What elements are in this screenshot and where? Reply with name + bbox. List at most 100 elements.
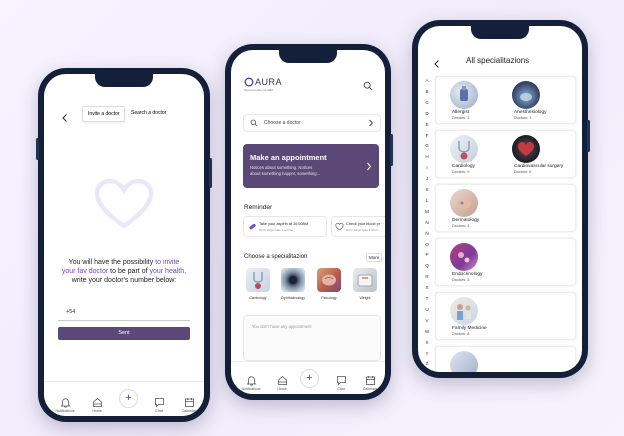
stethoscope-icon — [253, 272, 263, 289]
alphabet-letter[interactable]: O — [423, 242, 431, 247]
avatar-specialization[interactable] — [450, 351, 478, 372]
screen: Invite a doctor Search a doctor You will… — [44, 74, 204, 416]
alphabet-letter[interactable]: J — [423, 176, 431, 181]
alphabet-letter[interactable]: R — [423, 274, 431, 279]
nav-notifications[interactable]: Notifications — [50, 397, 80, 413]
specialization-row: Dermatology Doctors: 3 — [435, 184, 576, 232]
alphabet-letter[interactable]: S — [423, 285, 431, 290]
reminder-card[interactable]: Take your aspirin at 10:00AM Don't forge… — [243, 216, 327, 237]
chat-icon — [336, 376, 346, 386]
nav-chat[interactable]: Chat — [326, 375, 356, 391]
scale-icon — [357, 274, 373, 287]
alphabet-letter[interactable]: Ñ — [423, 231, 431, 236]
specialization-row: Family Medicine Doctors: 8 — [435, 292, 576, 340]
search-button[interactable] — [363, 78, 373, 96]
alphabet-letter[interactable]: T — [423, 296, 431, 301]
alphabet-letter[interactable]: P — [423, 252, 431, 257]
choose-doctor-field[interactable]: Choose a doctor — [243, 114, 381, 132]
more-button[interactable]: More — [366, 253, 383, 262]
alphabet-letter[interactable]: K — [423, 187, 431, 192]
back-button[interactable] — [60, 110, 70, 122]
spec-ophthalmology[interactable] — [281, 268, 305, 292]
spec-weight[interactable] — [353, 268, 377, 292]
notch — [279, 50, 337, 63]
avatar-allergist[interactable] — [450, 81, 478, 109]
alphabet-letter[interactable]: L — [423, 198, 431, 203]
home-icon — [92, 397, 102, 407]
search-icon — [363, 81, 373, 91]
add-button[interactable]: + — [300, 369, 319, 388]
nav-chat[interactable]: Chat — [144, 397, 174, 413]
alphabet-letter[interactable]: Q — [423, 263, 431, 268]
cells-icon — [458, 252, 470, 263]
specialization-row: Allergist Doctors: 3 Anesthesiology Doct… — [435, 76, 576, 124]
avatar-anesthesiology[interactable] — [512, 81, 540, 109]
chevron-right-icon — [367, 162, 372, 171]
nav-notifications[interactable]: Notifications — [236, 375, 266, 391]
nav-home[interactable]: Home — [82, 397, 112, 413]
empty-appointments: You don't have any appointment — [252, 324, 312, 329]
nav-home[interactable]: Home — [267, 375, 297, 391]
bell-icon — [246, 376, 256, 386]
alphabet-letter[interactable]: B — [423, 89, 431, 94]
alphabet-letter[interactable]: V — [423, 318, 431, 323]
avatar-dermatology[interactable] — [450, 189, 478, 217]
mask-icon — [520, 93, 532, 101]
avatar-family-medicine[interactable] — [450, 297, 478, 325]
stethoscope-icon — [458, 141, 470, 160]
send-button[interactable]: Sent — [58, 327, 190, 340]
family-icon — [457, 304, 471, 320]
alphabet-letter[interactable]: H — [423, 154, 431, 159]
alphabet-letter[interactable]: W — [423, 329, 431, 334]
avatar-endocrinology[interactable] — [450, 243, 478, 271]
alphabet-letter[interactable]: Y — [423, 351, 431, 356]
alphabet-letter[interactable]: C — [423, 100, 431, 105]
chat-icon — [154, 398, 164, 408]
phone-number-input[interactable]: +54 — [58, 304, 190, 321]
home-icon — [277, 375, 287, 385]
phone-invite-doctor: Invite a doctor Search a doctor You will… — [36, 68, 212, 422]
pill-icon — [249, 223, 256, 230]
alphabet-letter[interactable]: U — [423, 307, 431, 312]
nav-calendar[interactable]: Calendar — [174, 397, 204, 413]
avatar-cardiology[interactable] — [450, 135, 478, 163]
specialization-row: Endocrinology Doctors: 3 — [435, 238, 576, 286]
reminder-card[interactable]: Check your blood pr Don't forget take it… — [331, 216, 385, 237]
alphabet-letter[interactable]: D — [423, 111, 431, 116]
alphabet-letter[interactable]: X — [423, 340, 431, 345]
screen: All specialitazions A B C D E FG H I J K L M N Ñ OP Q R S… — [418, 26, 582, 372]
alphabet-letter[interactable]: M — [423, 209, 431, 214]
back-button[interactable] — [432, 56, 442, 68]
spec-psicology[interactable] — [317, 268, 341, 292]
aura-logo: AURA Sponsored by CLARK — [244, 77, 283, 92]
spec-cardiology[interactable] — [246, 268, 270, 292]
alphabet-letter[interactable]: I — [423, 165, 431, 170]
specialization-row — [435, 346, 576, 372]
nav-calendar[interactable]: Calendar — [355, 375, 385, 391]
avatar-cardiovascular-surgery[interactable] — [512, 135, 540, 163]
notch — [471, 26, 529, 39]
reminder-title: Reminder — [244, 204, 273, 211]
page-title: All specialitazions — [466, 56, 530, 65]
calendar-icon — [184, 398, 194, 407]
bottom-nav: Notifications Home + Chat Calendar — [44, 381, 204, 416]
notch — [95, 74, 153, 87]
specialization-title: Choose a specialitazion — [244, 254, 308, 260]
invite-message: You will have the possibility to invite … — [61, 259, 187, 284]
canvas: Invite a doctor Search a doctor You will… — [0, 0, 624, 436]
add-button[interactable]: + — [119, 389, 138, 408]
bottom-nav: Notifications Home + Chat Calendar — [231, 361, 385, 394]
alphabet-letter[interactable]: G — [423, 143, 431, 148]
calendar-icon — [365, 376, 375, 385]
eye-icon — [289, 276, 297, 284]
alphabet-letter[interactable]: E — [423, 122, 431, 127]
alphabet-letter[interactable]: A — [423, 78, 431, 83]
alphabet-letter[interactable]: Z — [423, 361, 431, 366]
tab-invite-doctor[interactable]: Invite a doctor — [82, 106, 126, 122]
heart-icon — [94, 178, 154, 235]
make-appointment-card[interactable]: Make an appointment Notices about someth… — [243, 144, 379, 188]
alphabet-letter[interactable]: F — [423, 133, 431, 138]
tab-search-doctor[interactable]: Search a doctor — [126, 106, 171, 120]
heart-icon — [518, 142, 534, 156]
alphabet-letter[interactable]: N — [423, 220, 431, 225]
